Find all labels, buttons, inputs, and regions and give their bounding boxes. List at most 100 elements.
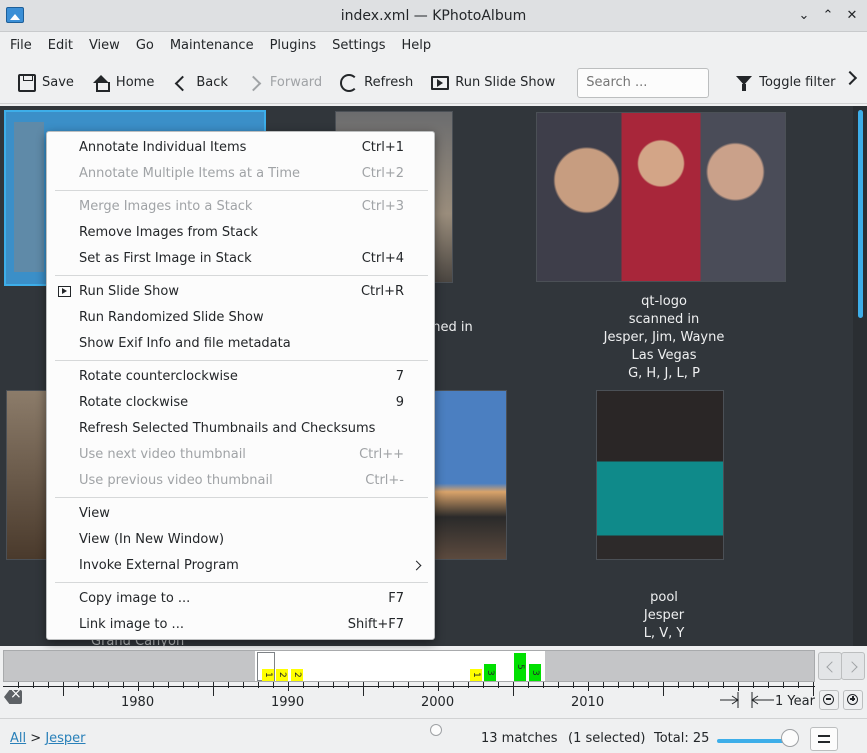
axis-tick — [168, 682, 169, 688]
menu-item-label: Remove Images from Stack — [79, 225, 258, 240]
context-menu-item[interactable]: Run Slide Show Ctrl+R — [47, 279, 436, 305]
thumbnail-caption: pool Jesper L, V, Y — [614, 589, 714, 643]
context-menu-item[interactable]: Show Exif Info and file metadata — [47, 331, 436, 357]
menu-item-shortcut: Ctrl+1 — [361, 140, 404, 155]
year-label: 2000 — [421, 695, 455, 710]
thumbnail-size-slider-handle[interactable] — [781, 729, 799, 747]
breadcrumb: All > Jesper — [10, 731, 86, 746]
menu-item-shortcut: Ctrl++ — [359, 447, 404, 462]
scrollbar-handle[interactable] — [858, 110, 863, 318]
menu-item-shortcut: Ctrl+2 — [361, 166, 404, 181]
axis-tick — [513, 682, 514, 696]
breadcrumb-separator: > — [30, 731, 42, 746]
axis-tick — [588, 682, 589, 691]
context-menu-item[interactable]: Rotate clockwise 9 — [47, 390, 436, 416]
total-count: Total: 25 — [654, 731, 710, 746]
caption-line: pool — [650, 590, 678, 605]
vertical-scrollbar[interactable] — [853, 106, 867, 646]
menu-item-label: Run Randomized Slide Show — [79, 310, 264, 325]
view-settings-button[interactable] — [810, 727, 838, 751]
refresh-button[interactable]: Refresh — [334, 67, 419, 99]
axis-tick — [18, 682, 19, 688]
menu-go[interactable]: Go — [128, 33, 162, 59]
context-menu-item[interactable]: View — [47, 501, 436, 527]
menu-separator — [55, 360, 428, 361]
menu-item-label: Invoke External Program — [79, 558, 239, 573]
axis-tick — [558, 682, 559, 688]
zoom-out-button[interactable] — [819, 690, 839, 710]
zoom-in-button[interactable] — [843, 690, 863, 710]
axis-tick — [378, 682, 379, 688]
context-menu-item[interactable]: Use previous video thumbnail Ctrl+- — [47, 468, 436, 494]
menu-separator — [55, 190, 428, 191]
thumbnail[interactable] — [6, 390, 50, 560]
context-menu-item[interactable]: Use next video thumbnail Ctrl++ — [47, 442, 436, 468]
minimize-icon[interactable]: ⌄ — [794, 6, 814, 26]
breadcrumb-jesper[interactable]: Jesper — [45, 731, 85, 746]
filter-icon — [735, 74, 753, 92]
menu-item-label: Annotate Individual Items — [79, 140, 247, 155]
menu-maintenance[interactable]: Maintenance — [162, 33, 262, 59]
menu-item-label: Link image to ... — [79, 617, 184, 632]
thumbnail-caption: qt-logo scanned in Jesper, Jim, Wayne La… — [586, 293, 742, 383]
datebar-scroll-left-button[interactable] — [818, 652, 842, 680]
menu-separator — [55, 582, 428, 583]
datebar-scroll-right-button[interactable] — [841, 652, 865, 680]
menu-edit[interactable]: Edit — [40, 33, 81, 59]
unit-label: 1 Year — [775, 694, 815, 709]
date-bar-count: 2 — [291, 669, 303, 681]
context-menu-item[interactable]: Copy image to ... F7 — [47, 586, 436, 612]
search-input[interactable] — [577, 67, 710, 98]
axis-tick — [423, 682, 424, 688]
menu-settings[interactable]: Settings — [324, 33, 393, 59]
close-icon[interactable]: ✕ — [842, 6, 862, 26]
maximize-icon[interactable]: ⌃ — [818, 6, 838, 26]
thumbnail-pool[interactable] — [596, 390, 724, 560]
date-bar[interactable]: 1221353 — [3, 650, 815, 682]
context-menu-item[interactable]: Rotate counterclockwise 7 — [47, 364, 436, 390]
axis-tick — [213, 682, 214, 696]
menu-item-label: Rotate clockwise — [79, 395, 189, 410]
forward-button[interactable]: Forward — [240, 67, 328, 99]
context-menu-item[interactable]: Link image to ... Shift+F7 — [47, 612, 436, 638]
menu-help[interactable]: Help — [393, 33, 439, 59]
status-bar: All > Jesper 13 matches (1 selected) Tot… — [0, 718, 867, 753]
caption-line: Las Vegas — [631, 348, 697, 363]
context-menu-item[interactable]: Merge Images into a Stack Ctrl+3 — [47, 194, 436, 220]
context-menu-item[interactable]: Annotate Multiple Items at a Time Ctrl+2 — [47, 161, 436, 187]
menu-item-shortcut: 9 — [395, 395, 404, 410]
date-bar-count: 1 — [470, 669, 482, 681]
context-menu-item[interactable]: Annotate Individual Items Ctrl+1 — [47, 135, 436, 161]
context-menu-item[interactable]: Run Randomized Slide Show — [47, 305, 436, 331]
axis-tick — [783, 682, 784, 688]
thumbnail-qt-logo[interactable] — [536, 112, 786, 282]
busy-indicator — [430, 724, 442, 736]
axis-tick — [93, 682, 94, 688]
breadcrumb-all[interactable]: All — [10, 731, 26, 746]
context-menu-item[interactable]: Set as First Image in Stack Ctrl+4 — [47, 246, 436, 272]
axis-tick — [48, 682, 49, 688]
home-button[interactable]: Home — [86, 67, 160, 99]
run-slideshow-button[interactable]: Run Slide Show — [425, 67, 561, 99]
axis-tick — [648, 682, 649, 688]
selected-count: (1 selected) — [568, 731, 646, 746]
menu-item-shortcut: Ctrl+3 — [361, 199, 404, 214]
menu-item-shortcut: Shift+F7 — [347, 617, 404, 632]
zoom-in-icon — [852, 696, 854, 701]
matches-count: 13 matches — [481, 731, 558, 746]
menu-file[interactable]: File — [2, 33, 40, 59]
back-button[interactable]: Back — [166, 67, 234, 99]
context-menu-item[interactable]: View (In New Window) — [47, 527, 436, 553]
menu-item-label: Merge Images into a Stack — [79, 199, 253, 214]
save-button[interactable]: Save — [12, 67, 80, 99]
menu-plugins[interactable]: Plugins — [262, 33, 325, 59]
context-menu-item[interactable]: Refresh Selected Thumbnails and Checksum… — [47, 416, 436, 442]
submenu-arrow-icon — [411, 560, 422, 571]
menu-separator — [55, 497, 428, 498]
toggle-filter-button[interactable]: Toggle filter — [729, 67, 841, 99]
context-menu-item[interactable]: Remove Images from Stack — [47, 220, 436, 246]
axis-tick — [633, 682, 634, 688]
menu-item-label: Refresh Selected Thumbnails and Checksum… — [79, 421, 376, 436]
context-menu-item[interactable]: Invoke External Program — [47, 553, 436, 579]
menu-view[interactable]: View — [81, 33, 128, 59]
